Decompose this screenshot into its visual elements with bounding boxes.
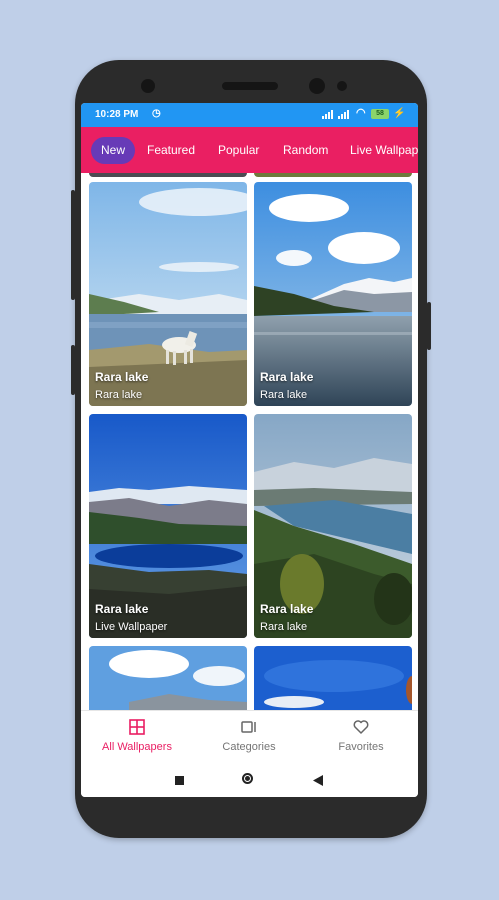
nav-label: All Wallpapers bbox=[102, 741, 172, 753]
category-tab-bar: New Featured Popular Random Live Wallpap… bbox=[81, 127, 418, 173]
wallpaper-subtitle: Rara lake bbox=[260, 389, 308, 401]
wallpaper-title: Rara lake bbox=[260, 370, 314, 384]
clock-icon: ◷ bbox=[152, 108, 161, 119]
wallpaper-card-partial[interactable] bbox=[254, 646, 412, 710]
home-button[interactable] bbox=[242, 773, 253, 784]
heart-icon bbox=[353, 720, 369, 734]
wifi-icon: ◠ bbox=[356, 107, 366, 119]
charging-icon: ⚡ bbox=[393, 108, 406, 119]
sensor bbox=[337, 81, 347, 91]
wallpaper-card-partial[interactable] bbox=[89, 173, 247, 177]
tab-new[interactable]: New bbox=[91, 137, 136, 164]
wallpaper-title: Rara lake bbox=[260, 602, 314, 616]
wallpaper-image bbox=[89, 646, 247, 710]
tab-featured[interactable]: Featured bbox=[147, 141, 195, 159]
nav-all-wallpapers[interactable]: All Wallpapers bbox=[81, 711, 193, 767]
recents-button[interactable] bbox=[175, 776, 184, 785]
tab-live-wallpaper[interactable]: Live Wallpaper bbox=[350, 141, 418, 159]
wallpaper-card[interactable]: Rara lake Live Wallpaper bbox=[89, 414, 247, 638]
battery-icon: 58 bbox=[371, 109, 389, 119]
wallpaper-subtitle: Rara lake bbox=[260, 621, 308, 633]
wallpaper-image bbox=[254, 646, 412, 710]
nav-favorites[interactable]: Favorites bbox=[305, 711, 417, 767]
back-button[interactable] bbox=[313, 775, 323, 786]
wallpaper-title: Rara lake bbox=[95, 602, 149, 616]
side-button bbox=[427, 302, 431, 350]
signal-icon bbox=[338, 110, 349, 119]
wallpaper-grid[interactable]: Rara lake Rara lake Rara lake Rara lake … bbox=[81, 173, 418, 710]
screen: 10:28 PM ◷ ◠ 58 ⚡ New Featured Popular R… bbox=[81, 103, 418, 797]
grid-icon bbox=[129, 719, 145, 735]
tab-popular[interactable]: Popular bbox=[218, 141, 259, 159]
nav-label: Categories bbox=[222, 741, 276, 753]
wallpaper-subtitle: Rara lake bbox=[95, 389, 143, 401]
wallpaper-card-partial[interactable] bbox=[89, 646, 247, 710]
front-camera-right bbox=[309, 78, 325, 94]
power-button bbox=[71, 190, 75, 300]
signal-icon bbox=[322, 110, 333, 119]
earpiece-speaker bbox=[222, 82, 278, 90]
home-button-dot bbox=[245, 776, 250, 781]
wallpaper-subtitle: Live Wallpaper bbox=[95, 621, 168, 633]
phone-frame: 10:28 PM ◷ ◠ 58 ⚡ New Featured Popular R… bbox=[71, 60, 431, 838]
wallpaper-card-partial[interactable] bbox=[254, 173, 412, 177]
nav-categories[interactable]: Categories bbox=[193, 711, 305, 767]
bottom-navigation: All Wallpapers Categories Favorites bbox=[81, 710, 418, 767]
wallpaper-card[interactable]: Rara lake Rara lake bbox=[254, 182, 412, 406]
wallpaper-card[interactable]: Rara lake Rara lake bbox=[89, 182, 247, 406]
wallpaper-title: Rara lake bbox=[95, 370, 149, 384]
volume-button bbox=[71, 345, 75, 395]
front-camera-left bbox=[141, 79, 155, 93]
categories-icon bbox=[241, 721, 256, 733]
status-bar: 10:28 PM ◷ ◠ 58 ⚡ bbox=[81, 103, 418, 127]
wallpaper-card[interactable]: Rara lake Rara lake bbox=[254, 414, 412, 638]
system-navigation-bar bbox=[81, 766, 418, 797]
nav-label: Favorites bbox=[338, 741, 384, 753]
tab-random[interactable]: Random bbox=[283, 141, 328, 159]
status-time: 10:28 PM bbox=[95, 109, 139, 120]
